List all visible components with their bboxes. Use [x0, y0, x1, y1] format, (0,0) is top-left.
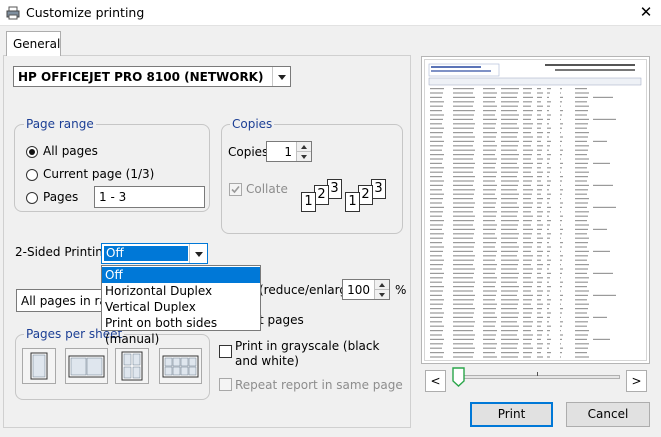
chevron-down-icon[interactable] — [272, 67, 290, 86]
spin-up-icon[interactable] — [296, 142, 311, 152]
radio-current-page[interactable] — [26, 169, 38, 181]
dropdown-option-vertical-duplex[interactable]: Vertical Duplex — [102, 299, 260, 315]
zoom-slider-thumb[interactable] — [452, 367, 465, 387]
dropdown-option-off[interactable]: Off — [102, 267, 260, 283]
pages-in-range-select[interactable]: All pages in rang — [16, 289, 122, 312]
radio-pages-label: Pages — [43, 190, 79, 204]
collate-pages-icon: 3 2 1 — [301, 179, 343, 213]
grayscale-checkbox[interactable] — [219, 345, 232, 358]
two-pages-icon — [68, 355, 105, 378]
zoom-slider-track[interactable] — [459, 375, 620, 379]
collate-page-2: 2 — [314, 185, 329, 205]
spin-up-icon[interactable] — [374, 280, 389, 290]
print-button[interactable]: Print — [470, 402, 553, 427]
collate-pages-icon-2: 3 2 1 — [345, 179, 387, 213]
pages-range-input[interactable]: 1 - 3 — [94, 186, 205, 208]
cancel-button[interactable]: Cancel — [566, 402, 650, 427]
radio-all-pages-label: All pages — [43, 144, 98, 158]
radio-all-pages[interactable] — [26, 146, 38, 158]
close-icon[interactable]: ✕ — [632, 0, 660, 26]
four-pages-per-sheet-button[interactable] — [115, 348, 149, 384]
printer-select-value: HP OFFICEJET PRO 8100 (NETWORK) — [18, 70, 264, 84]
collate-page-1b: 1 — [345, 192, 360, 212]
collate-page-3: 3 — [327, 179, 342, 199]
two-sided-dropdown-list: Off Horizontal Duplex Vertical Duplex Pr… — [101, 265, 261, 346]
scale-unit: % — [395, 283, 407, 297]
chevron-down-icon[interactable] — [189, 244, 207, 263]
two-sided-label: 2-Sided Printing — [15, 245, 111, 259]
prev-page-button[interactable]: < — [425, 370, 446, 392]
window-title: Customize printing — [26, 5, 145, 20]
two-pages-per-sheet-button[interactable] — [65, 348, 108, 384]
grayscale-label: Print in grayscale (black and white) — [235, 339, 380, 368]
two-sided-select-value: Off — [104, 246, 188, 261]
collate-page-1: 1 — [301, 192, 316, 212]
collate-page-3b: 3 — [371, 179, 386, 199]
preview-report-thumbnail — [428, 63, 642, 358]
copies-stepper-value: 1 — [284, 145, 292, 159]
page-range-label: Page range — [24, 117, 96, 131]
spin-down-icon[interactable] — [374, 289, 389, 299]
scale-stepper[interactable]: 100 — [342, 279, 390, 300]
collate-label: Collate — [246, 182, 288, 196]
copies-stepper[interactable]: 1 — [266, 141, 312, 162]
printer-icon — [6, 6, 20, 20]
preview-page — [424, 59, 647, 361]
tab-general[interactable]: General — [6, 31, 61, 56]
eight-pages-per-sheet-button[interactable] — [159, 348, 202, 384]
scale-stepper-value: 100 — [347, 283, 370, 297]
repeat-report-label: Repeat report in same page — [235, 378, 403, 392]
two-sided-select[interactable]: Off — [101, 243, 208, 264]
reverse-pages-label: t pages — [259, 313, 304, 327]
repeat-report-checkbox[interactable] — [219, 378, 232, 391]
copies-group-label: Copies — [230, 117, 275, 131]
collate-page-2b: 2 — [358, 185, 373, 205]
print-preview — [421, 56, 650, 364]
one-page-icon — [30, 352, 48, 380]
printer-select[interactable]: HP OFFICEJET PRO 8100 (NETWORK) — [13, 66, 291, 87]
copies-label: Copies — [228, 145, 269, 159]
one-page-per-sheet-button[interactable] — [22, 348, 56, 384]
radio-current-page-label: Current page (1/3) — [43, 167, 155, 181]
eight-pages-icon — [162, 355, 199, 378]
four-pages-icon — [121, 351, 143, 381]
slider-tick — [537, 372, 538, 376]
dropdown-option-both-sides-manual[interactable]: Print on both sides (manual) — [102, 315, 260, 346]
spin-down-icon[interactable] — [296, 151, 311, 161]
dropdown-option-horizontal-duplex[interactable]: Horizontal Duplex — [102, 283, 260, 299]
collate-checkbox[interactable] — [229, 183, 242, 196]
title-bar: Customize printing ✕ — [0, 0, 661, 26]
radio-pages[interactable] — [26, 192, 38, 204]
next-page-button[interactable]: > — [626, 370, 647, 392]
